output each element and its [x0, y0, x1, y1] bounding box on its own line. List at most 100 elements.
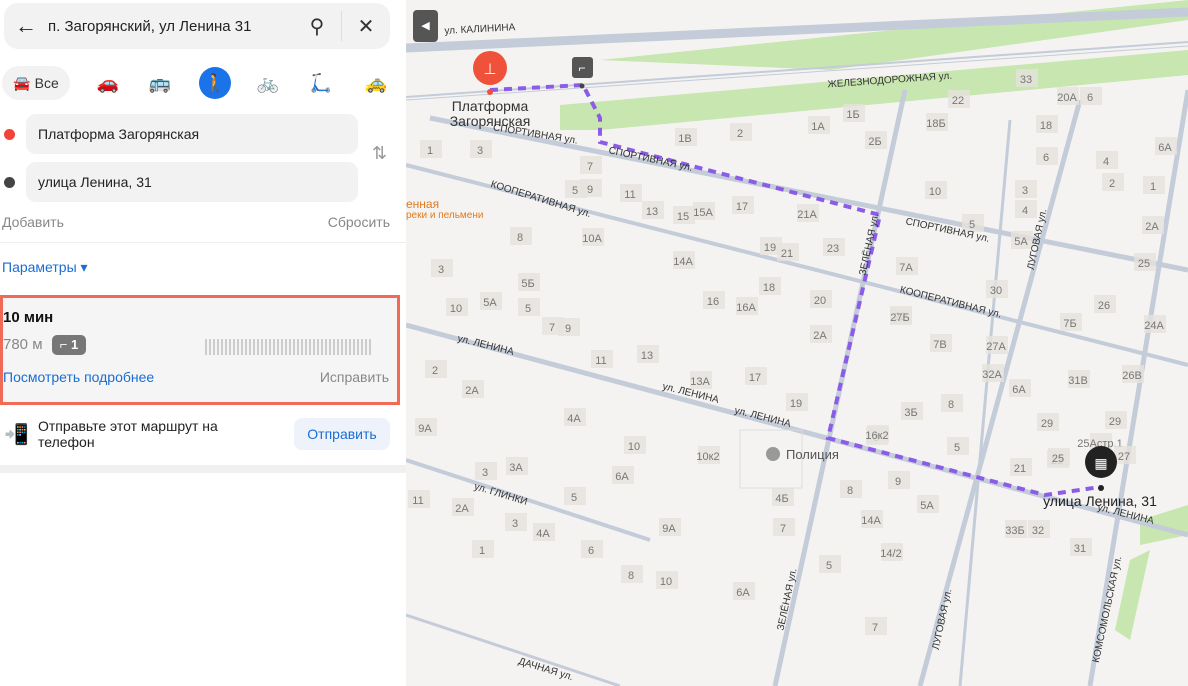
police-icon	[766, 447, 780, 461]
house-number: 11	[412, 495, 423, 507]
house-number: 4	[1103, 156, 1109, 168]
house-number: 4Б	[775, 493, 788, 505]
station-point	[487, 89, 493, 95]
add-point-button[interactable]: Добавить	[2, 214, 64, 230]
destination-point	[1098, 485, 1104, 491]
house-number: 18	[1040, 120, 1052, 132]
search-input[interactable]: п. Загорянский, ул Ленина 31	[48, 18, 293, 35]
house-number: 32А	[982, 369, 1002, 381]
divider	[0, 242, 406, 243]
house-number: 16к2	[865, 430, 888, 442]
house-number: 15	[677, 211, 689, 223]
transport-modes: 🚘 Все 🚗 🚌 🚶 🚲 🛴 🚕	[0, 66, 406, 102]
search-icon[interactable]: ⚲	[293, 14, 341, 39]
map-canvas[interactable]: 1 31В 21А1Б2Б75 9 1113 15 15А 1721А8 10А19 21 2331…	[406, 0, 1188, 686]
house-number: 27А	[986, 341, 1006, 353]
bus-icon[interactable]: 🚌	[144, 66, 176, 100]
house-number: 6А	[736, 587, 750, 599]
house-number: 4А	[536, 528, 550, 540]
send-button[interactable]: Отправить	[294, 418, 390, 450]
road	[958, 119, 1012, 686]
house-number: 5	[525, 303, 531, 315]
map[interactable]: 1 3 1В 2 1А 1Б 2Б 7 5 9 11 13 15 15А 17 21А 8 10А 19 21 23 3 1…	[406, 0, 1188, 686]
house-number: 20А	[1057, 92, 1077, 104]
house-number: 17	[736, 201, 748, 213]
walking-icon[interactable]: 🚶	[199, 67, 231, 99]
house-number: 25	[1138, 258, 1150, 270]
house-number: 6	[1087, 92, 1093, 104]
house-number: 1А	[811, 121, 825, 133]
destination-input[interactable]: улица Ленина, 31	[26, 162, 358, 202]
poi-label: енная	[406, 197, 439, 211]
house-number: 5А	[1014, 236, 1028, 248]
cars-icon: 🚘	[13, 74, 31, 91]
house-number: 17	[749, 372, 761, 384]
street-label: ул. ЛЕНИНА	[733, 405, 792, 430]
house-number: 3	[477, 145, 483, 157]
street-label: ул. ГЛИНКИ	[473, 481, 529, 508]
origin-input[interactable]: Платформа Загорянская	[26, 114, 358, 154]
house-number: 25	[1052, 453, 1064, 465]
house-number: 31	[1074, 543, 1086, 555]
route-card[interactable]: 10 мин 780 м ⌐ 1 Посмотреть подробнее Ис…	[0, 295, 400, 405]
house-number: 3	[482, 467, 488, 479]
house-number: 5Б	[521, 278, 534, 290]
origin-dot	[4, 129, 15, 140]
house-number: 32	[1032, 525, 1044, 537]
house-number: 9	[895, 476, 901, 488]
details-link[interactable]: Посмотреть подробнее	[3, 369, 154, 385]
house-number: 33	[1020, 74, 1032, 86]
house-number: 3	[438, 264, 444, 276]
house-number: 19	[764, 242, 776, 254]
scooter-icon[interactable]: 🛴	[305, 66, 337, 100]
swap-icon[interactable]: ⇅	[372, 143, 387, 164]
house-number: 1	[1150, 181, 1156, 193]
route-time: 10 мин	[3, 309, 54, 326]
house-number: 19	[790, 398, 802, 410]
house-number: 5А	[483, 297, 497, 309]
car-icon[interactable]: 🚗	[92, 66, 124, 100]
house-number: 10к2	[696, 451, 719, 463]
house-number: 2А	[1145, 221, 1159, 233]
reset-button[interactable]: Сбросить	[328, 214, 390, 230]
house-number: 9А	[662, 523, 676, 535]
bicycle-icon[interactable]: 🚲	[252, 66, 284, 100]
station-label: Платформа	[452, 98, 529, 114]
house-number: 7	[549, 322, 555, 334]
route-panel: ← п. Загорянский, ул Ленина 31 ⚲ ✕ 🚘 Все …	[0, 0, 406, 686]
house-number: 8	[847, 485, 853, 497]
road	[406, 613, 621, 686]
house-number: 7	[872, 622, 878, 634]
poi-label: реки и пельмени	[406, 210, 483, 221]
street-label: ЛУГОВАЯ ул.	[931, 588, 955, 651]
house-number: 11	[624, 189, 635, 201]
house-number: 11	[595, 355, 606, 367]
send-text: Отправьте этот маршрут на телефон	[38, 418, 218, 450]
street-label: ул. КАЛИНИНА	[444, 22, 516, 37]
close-icon[interactable]: ✕	[342, 14, 390, 39]
divider	[0, 465, 406, 473]
house-number: 14А	[673, 256, 693, 268]
house-number: 2А	[455, 503, 469, 515]
house-number: 3	[512, 518, 518, 530]
taxi-icon[interactable]: 🚕	[360, 66, 392, 100]
house-number: 6А	[1012, 384, 1026, 396]
parameters-dropdown[interactable]: Параметры ▾	[2, 259, 88, 276]
house-number: 18Б	[926, 118, 945, 130]
house-number: 20	[814, 295, 826, 307]
house-number: 5	[571, 492, 577, 504]
fix-link[interactable]: Исправить	[320, 369, 389, 385]
house-number: 9А	[418, 423, 432, 435]
arrow-left-icon[interactable]: ←	[4, 13, 48, 39]
house-number: 15А	[693, 207, 713, 219]
house-number: 24А	[1144, 320, 1164, 332]
train-icon: ⊥	[483, 61, 496, 78]
mode-all[interactable]: 🚘 Все	[2, 66, 70, 100]
house-number: 2	[1109, 178, 1115, 190]
house-number: 2А	[813, 330, 827, 342]
house-number: 6	[1043, 152, 1049, 164]
house-number: 7Б	[1063, 318, 1076, 330]
search-bar[interactable]: ← п. Загорянский, ул Ленина 31 ⚲ ✕	[4, 3, 390, 49]
house-number: 16	[707, 296, 719, 308]
collapse-panel-button[interactable]: ◀	[413, 10, 438, 42]
